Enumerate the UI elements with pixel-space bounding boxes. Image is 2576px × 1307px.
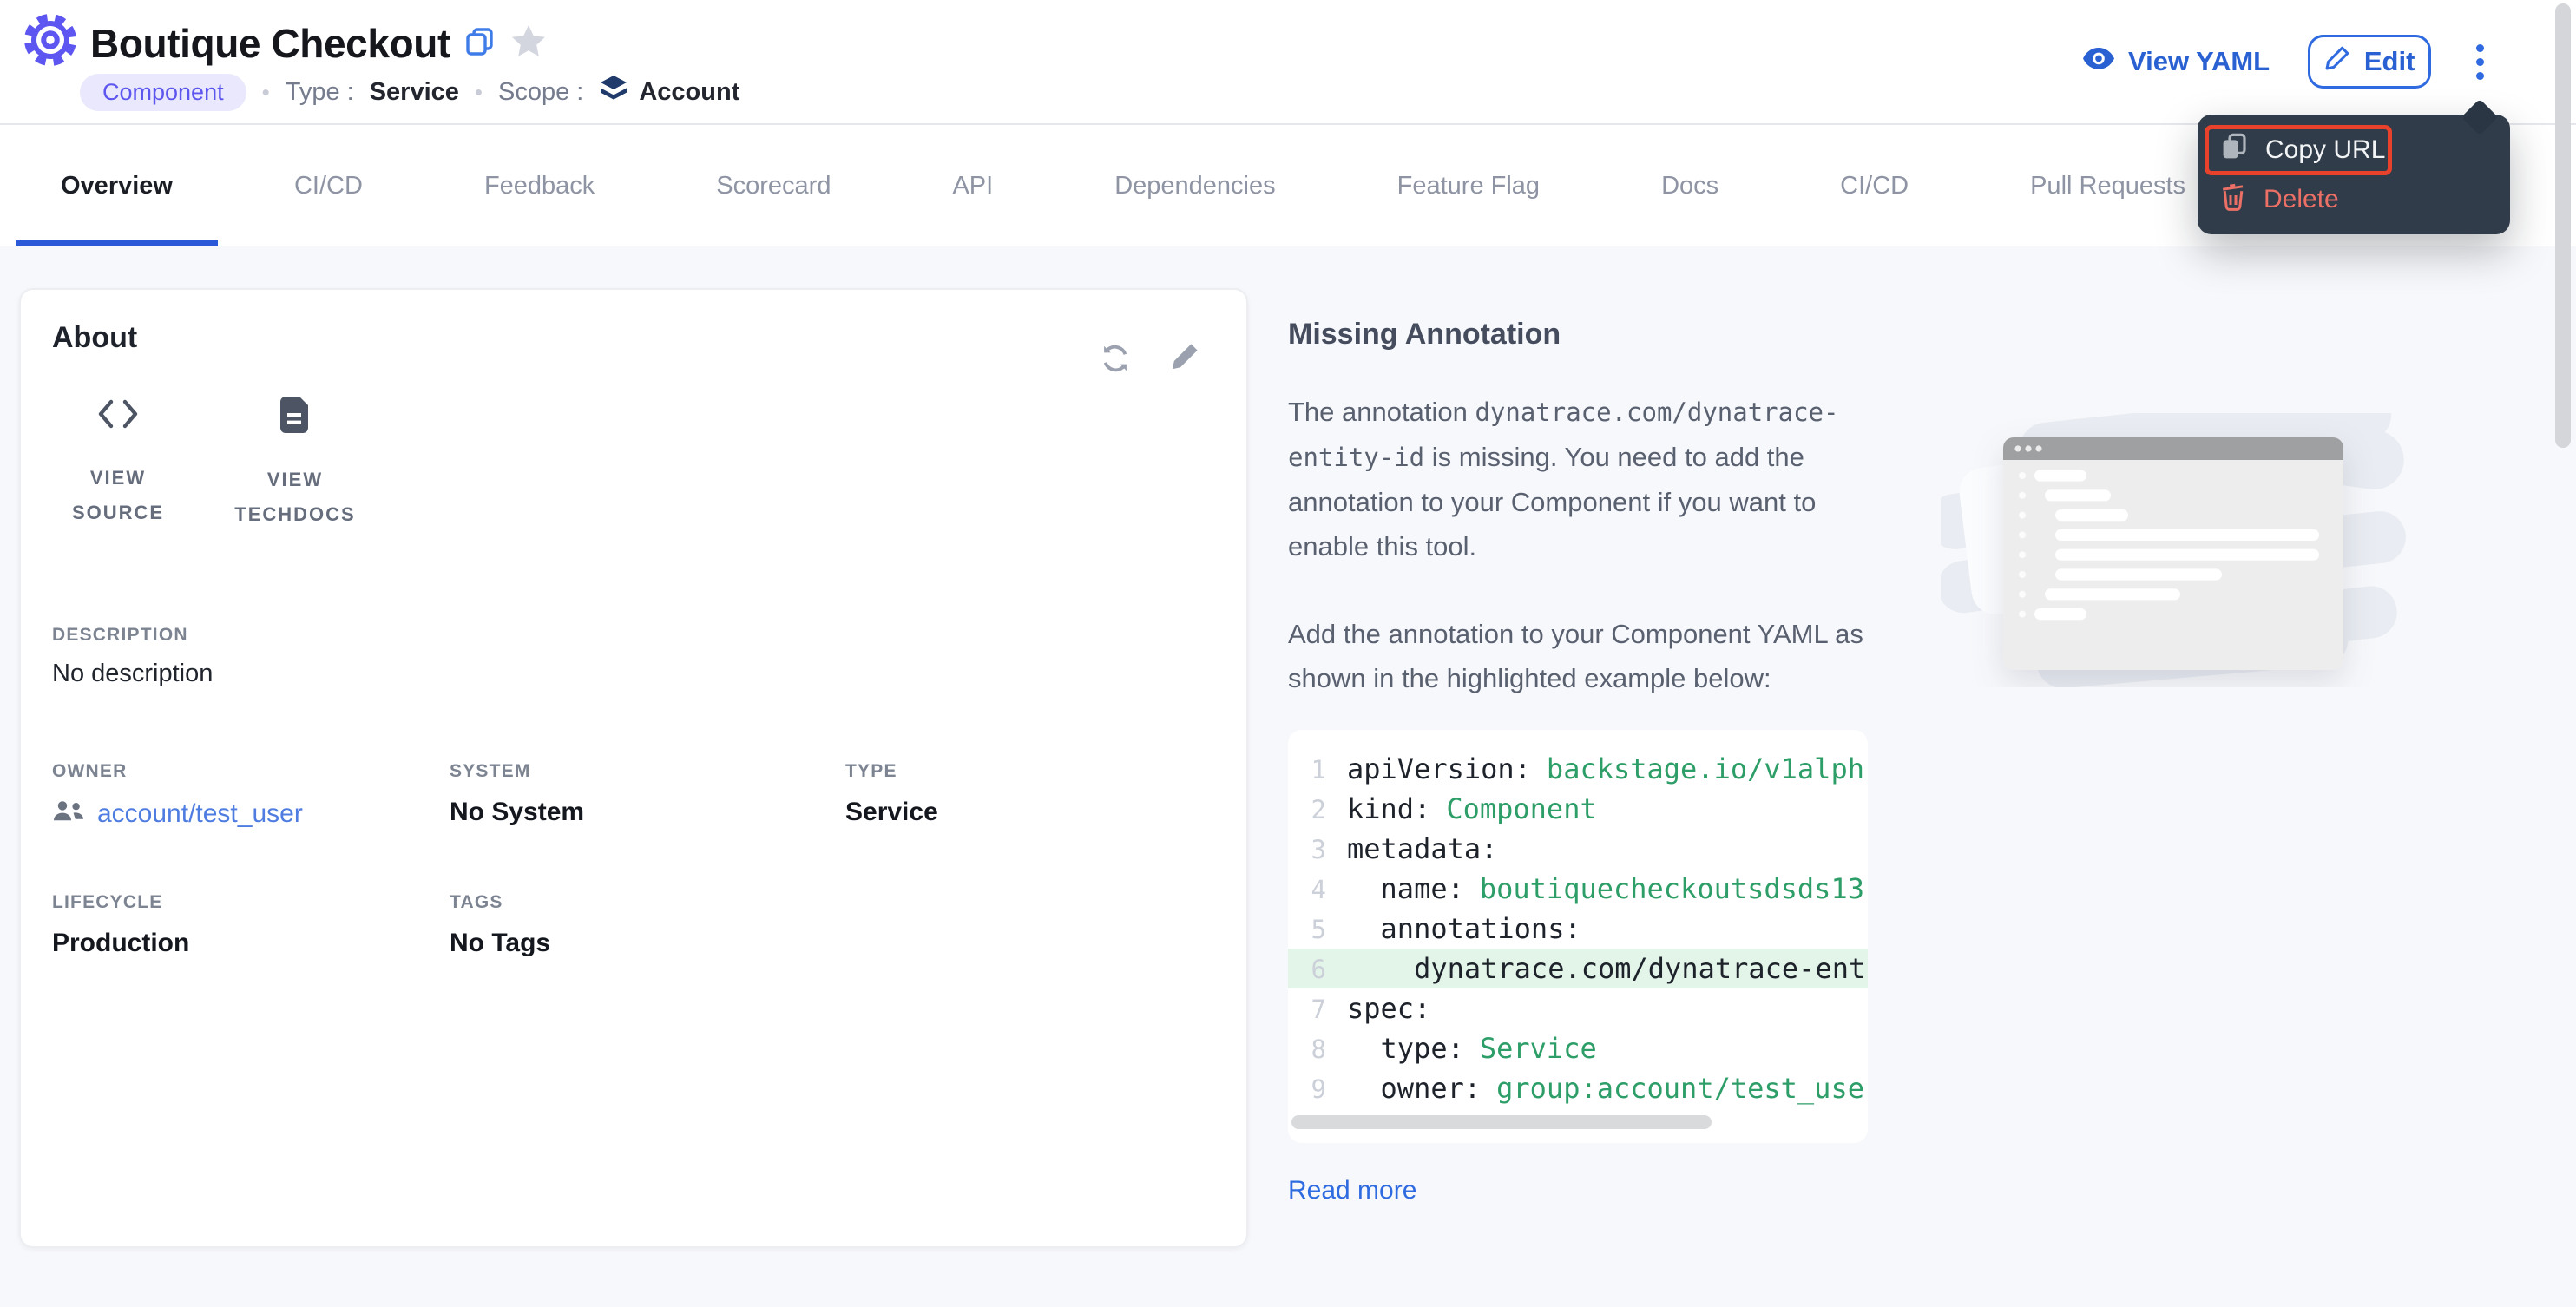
tab-feature-flag[interactable]: Feature Flag: [1352, 125, 1585, 246]
description-label: DESCRIPTION: [52, 625, 1215, 646]
type-field: TYPE Service: [845, 761, 1215, 830]
kind-badge: Component: [80, 74, 246, 111]
delete-label: Delete: [2264, 185, 2339, 214]
missing-annotation-panel: Missing Annotation The annotation dynatr…: [1288, 288, 1878, 1205]
code-line: 3metadata:: [1288, 829, 1868, 869]
scope-value: Account: [639, 78, 739, 107]
scope-value-wrap: Account: [599, 74, 739, 110]
menu-item-copy-url[interactable]: Copy URL: [2198, 125, 2510, 174]
view-techdocs-link[interactable]: VIEW TECHDOCS: [233, 397, 358, 531]
view-techdocs-label: VIEW TECHDOCS: [233, 463, 358, 531]
page-title: Boutique Checkout: [90, 20, 450, 67]
lifecycle-label: LIFECYCLE: [52, 892, 450, 913]
edit-button[interactable]: Edit: [2308, 35, 2431, 89]
about-links: VIEW SOURCE VIEW TECHDOCS: [56, 397, 1215, 531]
tab-cicd-2[interactable]: CI/CD: [1795, 125, 1954, 246]
about-title: About: [52, 321, 1215, 355]
component-gear-icon: [24, 14, 76, 73]
missing-annotation-title: Missing Annotation: [1288, 318, 1878, 351]
owner-field: OWNER account/test_user: [52, 761, 450, 830]
tab-cicd[interactable]: CI/CD: [249, 125, 408, 246]
more-options-button[interactable]: [2462, 36, 2497, 88]
tab-bar: Overview CI/CD Feedback Scorecard API De…: [0, 125, 2576, 246]
tab-api[interactable]: API: [907, 125, 1038, 246]
refresh-icon[interactable]: [1099, 342, 1132, 382]
code-line: 7spec:: [1288, 988, 1868, 1028]
copy-url-label: Copy URL: [2265, 135, 2385, 165]
view-yaml-button[interactable]: View YAML: [2083, 46, 2270, 77]
type-value: Service: [370, 78, 459, 107]
tags-field: TAGS No Tags: [450, 892, 845, 958]
read-more-link[interactable]: Read more: [1288, 1176, 1416, 1205]
lifecycle-value: Production: [52, 929, 450, 958]
eye-icon: [2083, 46, 2114, 77]
tab-feedback[interactable]: Feedback: [439, 125, 640, 246]
code-window-illustration: [1941, 413, 2406, 694]
code-horizontal-scrollbar[interactable]: [1291, 1115, 1712, 1129]
tab-pull-requests[interactable]: Pull Requests: [1985, 125, 2231, 246]
edit-about-pencil-icon[interactable]: [1170, 342, 1199, 382]
code-line: 4 name:boutiquecheckoutsdsds13: [1288, 869, 1868, 909]
more-options-menu: Copy URL Delete: [2198, 115, 2510, 234]
pencil-icon: [2324, 45, 2350, 78]
code-line: 2kind:Component: [1288, 789, 1868, 829]
system-value: No System: [450, 798, 845, 827]
code-line: 9 owner:group:account/test_use: [1288, 1068, 1868, 1108]
separator-dot: •: [475, 79, 483, 106]
system-field: SYSTEM No System: [450, 761, 845, 830]
type-field-value: Service: [845, 798, 1215, 827]
tab-dependencies[interactable]: Dependencies: [1069, 125, 1320, 246]
type-label: Type :: [286, 78, 354, 107]
type-field-label: TYPE: [845, 761, 1215, 782]
favorite-star-icon[interactable]: [511, 25, 546, 65]
page-header: Boutique Checkout Component • Type : Ser…: [0, 0, 2576, 125]
copy-icon: [2220, 133, 2248, 167]
tab-overview[interactable]: Overview: [16, 125, 218, 246]
entity-meta-row: Component • Type : Service • Scope : Acc…: [80, 69, 739, 115]
about-card: About: [19, 288, 1248, 1248]
menu-item-delete[interactable]: Delete: [2198, 174, 2510, 224]
owner-label: OWNER: [52, 761, 450, 782]
group-people-icon: [52, 798, 85, 830]
view-yaml-label: View YAML: [2128, 46, 2270, 77]
owner-link[interactable]: account/test_user: [97, 799, 303, 829]
annotation-body-text: The annotation dynatrace.com/dynatrace-e…: [1288, 390, 1878, 568]
tab-scorecard[interactable]: Scorecard: [671, 125, 876, 246]
copy-name-icon[interactable]: [466, 28, 494, 62]
code-line: 1apiVersion:backstage.io/v1alph: [1288, 749, 1868, 789]
document-icon: [280, 397, 310, 440]
code-line-highlighted: 6 dynatrace.com/dynatrace-ent: [1288, 949, 1868, 988]
code-icon: [95, 397, 141, 438]
about-card-actions: [1099, 342, 1199, 382]
component-detail-page: Boutique Checkout Component • Type : Ser…: [0, 0, 2576, 1307]
lifecycle-field: LIFECYCLE Production: [52, 892, 450, 958]
edit-label: Edit: [2364, 46, 2415, 77]
code-line: 8 type:Service: [1288, 1028, 1868, 1068]
code-line: 5 annotations:: [1288, 909, 1868, 949]
view-source-label: VIEW SOURCE: [56, 461, 181, 529]
separator-dot: •: [262, 79, 270, 106]
annotation-instruction: Add the annotation to your Component YAM…: [1288, 612, 1878, 700]
trash-icon: [2220, 181, 2246, 218]
scope-label: Scope :: [498, 78, 583, 107]
tags-value: No Tags: [450, 929, 845, 958]
about-field-grid: OWNER account/test_user SYSTEM No: [52, 761, 1215, 958]
title-row: Boutique Checkout: [24, 14, 546, 73]
view-source-link[interactable]: VIEW SOURCE: [56, 397, 181, 531]
description-field: DESCRIPTION No description: [52, 625, 1215, 688]
yaml-code-block: 1apiVersion:backstage.io/v1alph 2kind:Co…: [1288, 730, 1868, 1143]
system-label: SYSTEM: [450, 761, 845, 782]
description-value: No description: [52, 660, 1215, 688]
vertical-scrollbar-thumb[interactable]: [2555, 3, 2571, 448]
header-actions: View YAML Edit: [2083, 0, 2497, 123]
layers-icon: [599, 74, 628, 110]
annotation-body-pre: The annotation: [1288, 397, 1475, 427]
tab-docs[interactable]: Docs: [1616, 125, 1764, 246]
tags-label: TAGS: [450, 892, 845, 913]
